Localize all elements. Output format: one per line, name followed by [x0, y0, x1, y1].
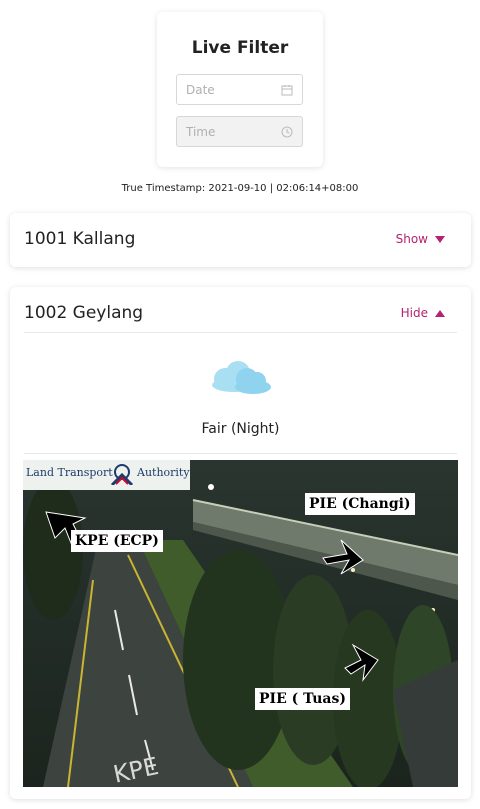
- calendar-icon[interactable]: [281, 84, 293, 96]
- logo-text-right: Authority: [137, 466, 190, 479]
- divider: [24, 332, 457, 333]
- camera-label-pie-tuas: PIE ( Tuas): [255, 688, 351, 710]
- time-field[interactable]: [176, 116, 303, 147]
- region-title: 1002 Geylang: [24, 303, 144, 323]
- date-input[interactable]: [186, 75, 276, 104]
- traffic-camera-image: KPE Land Transport Authority KPE (ECP) P…: [23, 460, 458, 787]
- region-card-geylang: 1002 Geylang Hide Fair (Night) KPE Land …: [10, 287, 471, 799]
- hide-toggle-button[interactable]: Hide: [401, 306, 445, 320]
- weather-description: Fair (Night): [201, 421, 280, 437]
- live-filter-panel: Live Filter: [157, 12, 323, 167]
- divider: [24, 453, 457, 454]
- camera-label-pie-changi: PIE (Changi): [305, 493, 415, 515]
- caret-down-icon: [435, 235, 445, 243]
- date-field[interactable]: [176, 74, 303, 105]
- toggle-label: Hide: [400, 306, 428, 320]
- caret-up-icon: [435, 309, 445, 317]
- cloud-icon: [212, 361, 271, 394]
- true-timestamp: True Timestamp: 2021-09-10 | 02:06:14+08…: [121, 183, 359, 194]
- lta-logo: Land Transport Authority: [23, 460, 190, 490]
- filter-title: Live Filter: [191, 38, 289, 58]
- clock-icon[interactable]: [281, 126, 293, 138]
- time-input[interactable]: [186, 117, 276, 146]
- show-toggle-button[interactable]: Show: [396, 232, 445, 246]
- logo-text-left: Land Transport: [26, 466, 113, 479]
- lta-emblem-icon: [110, 464, 134, 485]
- camera-label-kpe-ecp: KPE (ECP): [71, 530, 163, 552]
- region-card-kallang: 1001 Kallang Show: [10, 213, 471, 267]
- region-title: 1001 Kallang: [24, 229, 136, 249]
- toggle-label: Show: [395, 232, 428, 246]
